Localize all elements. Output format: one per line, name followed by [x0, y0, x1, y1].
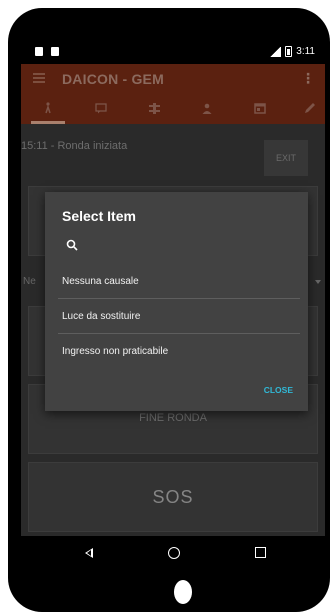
sd-card-icon	[51, 47, 59, 56]
tab-chat-icon[interactable]	[84, 96, 118, 120]
signal-icon	[269, 46, 282, 57]
round-status-text: 15:11 - Ronda iniziata	[21, 140, 128, 152]
sim-card-icon	[35, 47, 43, 56]
hamburger-icon[interactable]	[33, 73, 45, 83]
status-bar: 3:11	[21, 40, 325, 64]
device-screen: 3:11 DAICON - GEM ⋮ 15:11 - Ronda inizia…	[21, 40, 325, 550]
select-item-dialog: Select Item Nessuna causale Luce da sost…	[45, 192, 308, 411]
list-item-label: Ingresso non praticabile	[62, 346, 169, 357]
tab-calendar-icon[interactable]	[243, 96, 277, 120]
recents-icon[interactable]	[255, 547, 266, 558]
close-button[interactable]: CLOSE	[264, 385, 293, 395]
app-bar: DAICON - GEM ⋮	[21, 64, 325, 92]
overflow-menu-icon[interactable]: ⋮	[301, 70, 315, 87]
sos-label: SOS	[152, 487, 194, 507]
system-nav-bar	[21, 536, 325, 572]
fine-ronda-label: FINE RONDA	[139, 412, 207, 424]
search-icon[interactable]	[66, 239, 78, 251]
battery-icon	[285, 46, 293, 57]
dialog-title: Select Item	[62, 208, 136, 224]
exit-button[interactable]: EXIT	[264, 140, 308, 176]
status-time: 3:11	[296, 46, 315, 57]
list-item-label: Luce da sostituire	[62, 311, 141, 322]
list-item[interactable]: Luce da sostituire	[58, 300, 300, 334]
cause-select-value: Ne	[23, 276, 36, 287]
tab-bar	[21, 92, 325, 124]
chevron-down-icon	[315, 280, 321, 284]
tab-person-walk-icon[interactable]	[31, 96, 65, 120]
back-icon[interactable]	[85, 548, 93, 558]
tab-tools-icon[interactable]	[137, 96, 171, 120]
hardware-home-button[interactable]	[174, 580, 192, 604]
list-item[interactable]: Ingresso non praticabile	[58, 335, 300, 369]
app-title: DAICON - GEM	[62, 71, 164, 87]
active-tab-indicator	[31, 121, 65, 124]
list-item-label: Nessuna causale	[62, 276, 139, 287]
sos-button[interactable]: SOS	[28, 462, 318, 532]
tab-edit-icon[interactable]	[293, 96, 325, 120]
list-item[interactable]: Nessuna causale	[58, 265, 300, 299]
tab-person-icon[interactable]	[190, 96, 224, 120]
home-icon[interactable]	[168, 547, 180, 559]
